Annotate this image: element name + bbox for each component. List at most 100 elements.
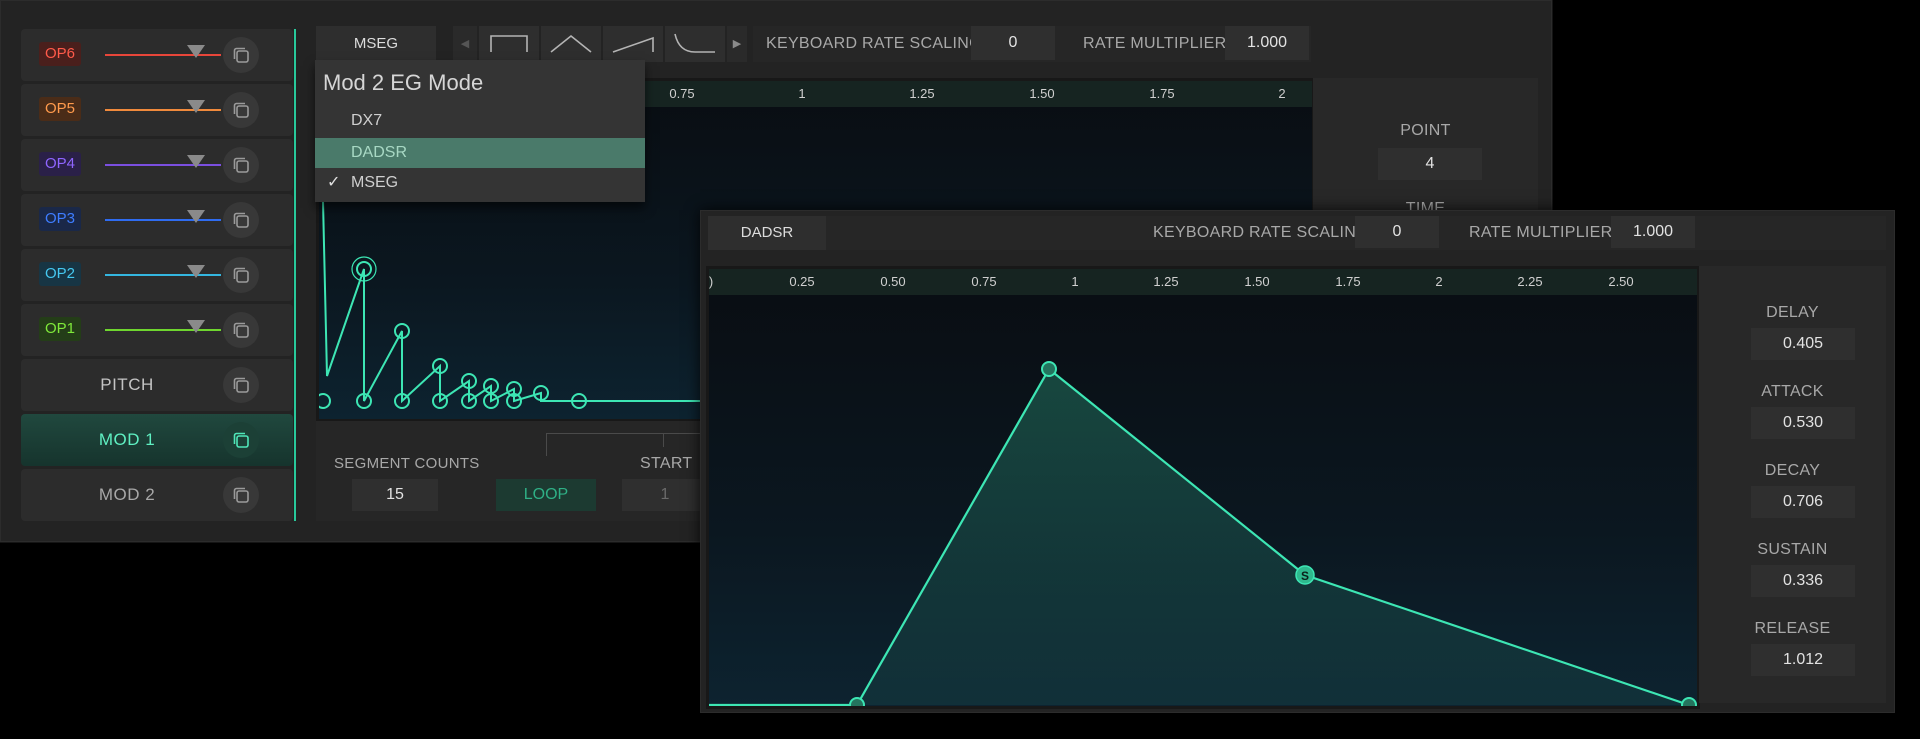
release-label: RELEASE <box>1754 620 1831 637</box>
delay-field[interactable]: 0.405 <box>1751 328 1855 360</box>
menu-item-label: DADSR <box>351 144 408 161</box>
dadsr-rate-multiplier-field[interactable]: 1.000 <box>1611 216 1695 248</box>
sidebar-item-op6[interactable]: OP6 <box>21 29 293 81</box>
shape-triangle-button[interactable] <box>541 26 601 62</box>
waveform-selector: ◀ ▶ <box>453 26 748 62</box>
prev-shape-arrow-icon[interactable]: ◀ <box>453 26 477 62</box>
dadsr-graph[interactable]: ) 0.25 0.50 0.75 1 1.25 1.50 1.75 2 2.25… <box>706 266 1700 709</box>
sustain-field[interactable]: 0.336 <box>1751 565 1855 597</box>
keyboard-rate-scaling-field[interactable]: 0 <box>971 26 1055 60</box>
op2-dropdown-arrow-icon[interactable] <box>187 265 205 278</box>
sidebar-divider <box>294 29 296 521</box>
copy-mod1-button[interactable] <box>223 422 259 458</box>
shape-decay-button[interactable] <box>665 26 725 62</box>
bracket-tick <box>663 433 664 447</box>
square-wave-icon <box>490 35 528 52</box>
dadsr-keyboard-rate-scaling-field[interactable]: 0 <box>1355 216 1439 248</box>
eg-mode-dropdown: Mod 2 EG Mode DX7 DADSR ✓ MSEG <box>315 60 645 202</box>
release-field[interactable]: 1.012 <box>1751 644 1855 676</box>
shape-square-button[interactable] <box>479 26 539 62</box>
point-field[interactable]: 4 <box>1378 148 1482 180</box>
dadsr-params-panel: DELAY 0.405 ATTACK 0.530 DECAY 0.706 SUS… <box>1699 266 1886 703</box>
attack-label: ATTACK <box>1761 383 1824 400</box>
copy-op1-button[interactable] <box>223 312 259 348</box>
sidebar-item-pitch[interactable]: PITCH <box>21 359 293 411</box>
op5-dropdown-arrow-icon[interactable] <box>187 100 205 113</box>
delay-point[interactable] <box>849 697 865 706</box>
point-label: POINT <box>1400 122 1451 139</box>
op1-dropdown-arrow-icon[interactable] <box>187 320 205 333</box>
sidebar-item-op5[interactable]: OP5 <box>21 84 293 136</box>
op1-label: OP1 <box>39 317 82 341</box>
rate-multiplier-label: RATE MULTIPLIER <box>1083 35 1227 52</box>
menu-item-mseg[interactable]: ✓ MSEG <box>315 168 645 198</box>
menu-item-label: MSEG <box>351 174 399 191</box>
sustain-label: SUSTAIN <box>1757 541 1828 558</box>
dadsr-window: DADSR KEYBOARD RATE SCALING 0 RATE MULTI… <box>700 210 1895 713</box>
op5-label: OP5 <box>39 97 82 121</box>
loop-button[interactable]: LOOP <box>496 479 596 511</box>
dadsr-rate-multiplier-label: RATE MULTIPLIER <box>1469 224 1613 241</box>
sidebar-item-mod1[interactable]: MOD 1 <box>21 414 293 466</box>
mseg-point[interactable] <box>319 393 331 409</box>
rate-multiplier-field[interactable]: 1.000 <box>1225 26 1309 60</box>
ramp-wave-icon <box>612 36 654 53</box>
copy-icon <box>233 47 249 63</box>
op4-label: OP4 <box>39 152 82 176</box>
copy-icon <box>233 102 249 118</box>
sidebar-item-op4[interactable]: OP4 <box>21 139 293 191</box>
pitch-label: PITCH <box>100 375 154 394</box>
keyboard-rate-scaling-label: KEYBOARD RATE SCALING <box>766 35 982 52</box>
sidebar-item-op2[interactable]: OP2 <box>21 249 293 301</box>
copy-pitch-button[interactable] <box>223 367 259 403</box>
dadsr-keyboard-rate-scaling-label: KEYBOARD RATE SCALING <box>1153 224 1369 241</box>
menu-item-label: DX7 <box>351 112 383 129</box>
copy-op2-button[interactable] <box>223 257 259 293</box>
start-field[interactable]: 1 <box>622 479 708 511</box>
decay-curve-icon <box>674 33 715 53</box>
dadsr-envelope[interactable]: S <box>709 269 1697 706</box>
menu-item-dx7[interactable]: DX7 <box>315 106 645 136</box>
decay-label: DECAY <box>1764 462 1821 479</box>
sidebar-item-op1[interactable]: OP1 <box>21 304 293 356</box>
attack-peak-point[interactable] <box>1041 361 1057 377</box>
copy-icon <box>233 432 249 448</box>
op6-dropdown-arrow-icon[interactable] <box>187 45 205 58</box>
dadsr-mode-button[interactable]: DADSR <box>708 216 826 250</box>
dropdown-title: Mod 2 EG Mode <box>323 70 484 95</box>
segment-counts-label: SEGMENT COUNTS <box>334 455 480 472</box>
segment-counts-field[interactable]: 15 <box>352 479 438 511</box>
shape-ramp-button[interactable] <box>603 26 663 62</box>
delay-label: DELAY <box>1766 304 1819 321</box>
copy-mod2-button[interactable] <box>223 477 259 513</box>
copy-op5-button[interactable] <box>223 92 259 128</box>
copy-op3-button[interactable] <box>223 202 259 238</box>
copy-op6-button[interactable] <box>223 37 259 73</box>
sustain-marker: S <box>1301 569 1309 583</box>
op2-label: OP2 <box>39 262 82 286</box>
copy-icon <box>233 212 249 228</box>
op3-dropdown-arrow-icon[interactable] <box>187 210 205 223</box>
next-shape-arrow-icon[interactable]: ▶ <box>727 26 747 62</box>
copy-op4-button[interactable] <box>223 147 259 183</box>
attack-field[interactable]: 0.530 <box>1751 407 1855 439</box>
start-label: START <box>640 455 693 472</box>
mod2-label: MOD 2 <box>98 485 156 504</box>
checkmark-icon: ✓ <box>327 174 341 191</box>
op6-label: OP6 <box>39 42 82 66</box>
mod1-label: MOD 1 <box>98 430 156 449</box>
menu-item-dadsr[interactable]: DADSR <box>315 138 645 168</box>
copy-icon <box>233 377 249 393</box>
decay-field[interactable]: 0.706 <box>1751 486 1855 518</box>
copy-icon <box>233 487 249 503</box>
op4-dropdown-arrow-icon[interactable] <box>187 155 205 168</box>
eg-mode-button[interactable]: MSEG <box>316 26 436 62</box>
sidebar-item-op3[interactable]: OP3 <box>21 194 293 246</box>
op3-label: OP3 <box>39 207 82 231</box>
copy-icon <box>233 267 249 283</box>
copy-icon <box>233 322 249 338</box>
copy-icon <box>233 157 249 173</box>
release-end-point[interactable] <box>1681 697 1697 706</box>
triangle-wave-icon <box>550 34 592 53</box>
sidebar-item-mod2[interactable]: MOD 2 <box>21 469 293 521</box>
